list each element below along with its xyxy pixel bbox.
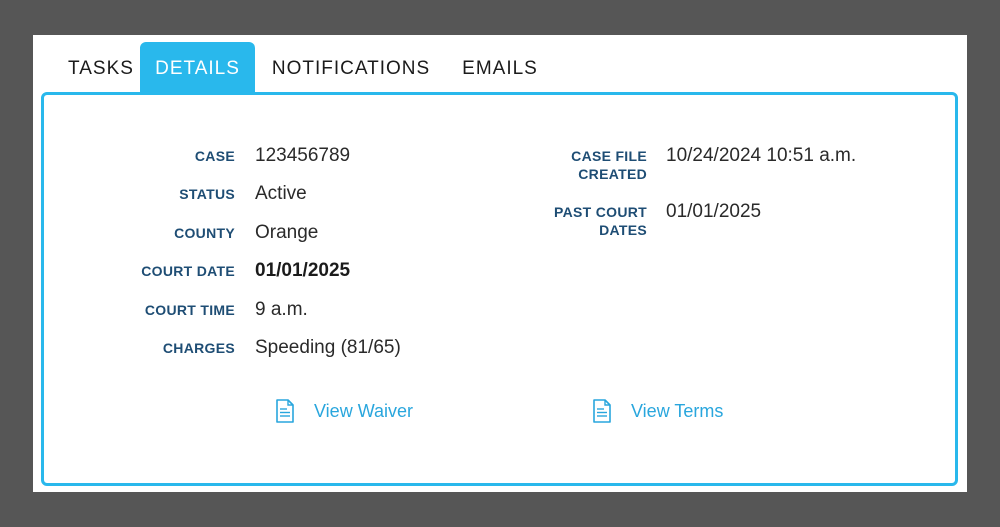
case-file-created-label-line2: CREATED bbox=[578, 166, 647, 182]
view-terms-link[interactable]: View Terms bbox=[592, 399, 723, 423]
case-file-created-label-line1: CASE FILE bbox=[571, 148, 647, 164]
case-file-created-value: 10/24/2024 10:51 a.m. bbox=[666, 145, 857, 166]
charges-label: CHARGES bbox=[162, 340, 235, 356]
court-date-value: 01/01/2025 bbox=[255, 260, 351, 281]
tab-bar: TASKS DETAILS NOTIFICATIONS EMAILS bbox=[33, 42, 967, 94]
document-icon bbox=[593, 399, 611, 423]
charges-value: Speeding (81/65) bbox=[255, 337, 401, 358]
county-value: Orange bbox=[255, 222, 319, 243]
past-court-dates-label-line1: PAST COURT bbox=[554, 204, 647, 220]
view-waiver-link[interactable]: View Waiver bbox=[275, 399, 413, 423]
case-value: 123456789 bbox=[255, 145, 351, 166]
tab-tasks[interactable]: TASKS bbox=[49, 42, 153, 94]
status-label: STATUS bbox=[179, 186, 235, 202]
details-panel: CASE 123456789 STATUS Active COUNTY Oran… bbox=[41, 92, 958, 486]
view-terms-label[interactable]: View Terms bbox=[631, 401, 723, 422]
status-value: Active bbox=[255, 183, 307, 204]
tab-emails[interactable]: EMAILS bbox=[453, 42, 547, 94]
case-label: CASE bbox=[194, 148, 235, 164]
tab-details[interactable]: DETAILS bbox=[140, 42, 255, 94]
court-date-label: COURT DATE bbox=[141, 263, 235, 279]
case-card: TASKS DETAILS NOTIFICATIONS EMAILS CASE … bbox=[33, 35, 967, 492]
past-court-dates-label-line2: DATES bbox=[599, 222, 647, 238]
tab-notifications[interactable]: NOTIFICATIONS bbox=[261, 42, 441, 94]
document-icon bbox=[276, 399, 294, 423]
case-file-created-label: CASE FILE CREATED bbox=[464, 147, 647, 183]
view-waiver-label[interactable]: View Waiver bbox=[314, 401, 413, 422]
county-label: COUNTY bbox=[174, 225, 235, 241]
past-court-dates-value: 01/01/2025 bbox=[666, 201, 762, 222]
past-court-dates-label: PAST COURT DATES bbox=[464, 203, 647, 239]
court-time-label: COURT TIME bbox=[144, 302, 235, 318]
court-time-value: 9 a.m. bbox=[255, 299, 308, 320]
